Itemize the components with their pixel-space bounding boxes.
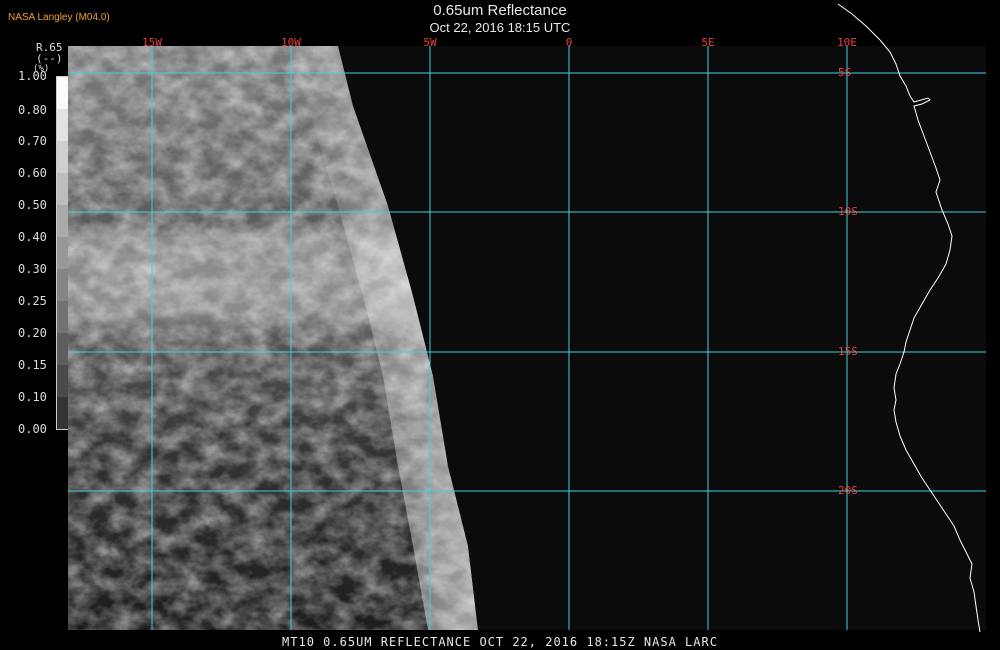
longitude-label: 5E (701, 36, 715, 49)
longitude-label: 15W (142, 36, 162, 49)
longitude-label: 0 (565, 36, 573, 49)
longitude-label: 10W (281, 36, 301, 49)
coastline (837, 3, 981, 633)
latitude-label: 15S (838, 345, 858, 358)
footer-caption: MT10 0.65UM REFLECTANCE OCT 22, 2016 18:… (282, 635, 718, 649)
longitude-label: 5W (423, 36, 437, 49)
graticule (68, 46, 986, 630)
map-overlay (68, 3, 986, 633)
longitude-label: 10E (837, 36, 857, 49)
latitude-label: 20S (838, 484, 858, 497)
latitude-label: 5S (838, 66, 852, 79)
latitude-label: 10S (838, 205, 858, 218)
